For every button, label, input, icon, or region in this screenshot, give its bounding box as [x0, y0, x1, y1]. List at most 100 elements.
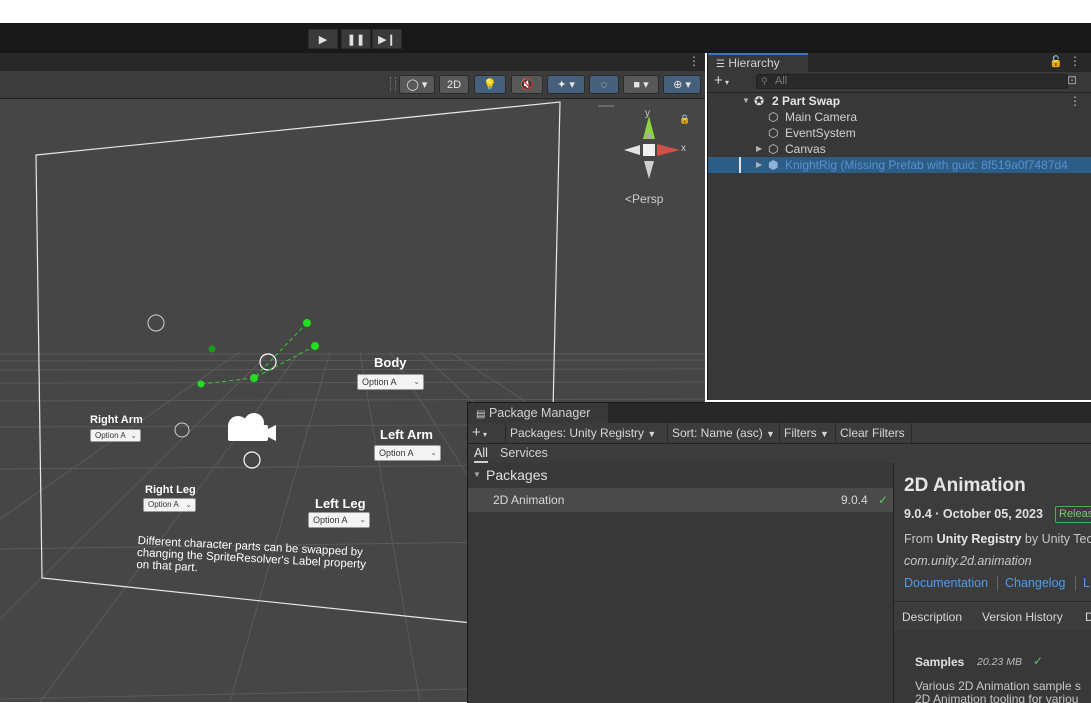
scene-visibility-button[interactable]: ◌ [589, 75, 619, 94]
scene-menu-icon[interactable]: ⋮ [1069, 93, 1081, 109]
tab-package-manager[interactable]: ▤ Package Manager [468, 403, 608, 423]
pivot-circle [174, 422, 190, 438]
camera-dropdown[interactable]: ■ ▾ [623, 75, 659, 94]
right-leg-dropdown[interactable]: Option A ⌄ [143, 498, 196, 512]
main-toolbar: ▶ ❚❚ ▶❙ [0, 23, 1091, 53]
expand-arrow-icon[interactable]: ▼ [742, 93, 750, 109]
samples-label: Samples [915, 655, 965, 669]
lighting-button[interactable]: 💡 [474, 75, 506, 94]
hierarchy-window: ☰ Hierarchy 🔓 ⋮ + ▾ ⚲ All ⊡ ▼ ✪ 2 Part S… [707, 53, 1091, 400]
toolbar-grip [390, 77, 396, 91]
play-button[interactable]: ▶ [308, 29, 338, 49]
pause-button[interactable]: ❚❚ [341, 29, 371, 49]
package-icon: ▤ [476, 409, 486, 420]
2d-mode-button[interactable]: 2D [439, 75, 469, 94]
registry-dropdown[interactable]: Packages: Unity Registry ▼ [506, 423, 668, 443]
scene-tab-bar: ⋮ [0, 53, 705, 71]
gizmo-globe-icon: ⊕ ▾ [673, 79, 691, 91]
eye-hidden-icon: ◌ [600, 78, 608, 91]
samples-description-line2: 2D Animation tooling for variou [915, 692, 1079, 703]
documentation-link[interactable]: Documentation [904, 576, 988, 590]
gizmo-y-label: y [645, 108, 650, 119]
draw-mode-dropdown[interactable]: ◯ ▾ [399, 75, 435, 94]
hierarchy-item[interactable]: ⬡ Main Camera [708, 109, 1091, 125]
pivot-circle [259, 353, 277, 371]
tab-hierarchy[interactable]: ☰ Hierarchy [708, 53, 808, 72]
audio-mute-icon: 🔇 [520, 79, 534, 91]
package-id: com.unity.2d.animation [904, 554, 1032, 568]
package-list: ▼ Packages 2D Animation 9.0.4 ✓ [468, 463, 894, 703]
hierarchy-list-icon: ☰ [716, 59, 725, 70]
text-caret [739, 157, 741, 173]
missing-prefab-icon: ⬢ [768, 158, 779, 172]
effects-dropdown[interactable]: ✦ ▾ [547, 75, 585, 94]
expand-arrow-icon: ▼ [473, 470, 481, 479]
camera-icon: ■ ▾ [633, 79, 649, 91]
samples-size: 20.23 MB [977, 656, 1022, 668]
tab-services[interactable]: Services [500, 446, 548, 461]
lock-icon[interactable]: 🔓 [1049, 55, 1063, 68]
persp-label[interactable]: <Persp [625, 192, 663, 206]
tab-all[interactable]: All [474, 446, 488, 463]
hierarchy-item[interactable]: ▶ ⬡ Canvas [708, 141, 1091, 157]
hierarchy-item-selected[interactable]: ▶ ⬢ KnightRig (Missing Prefab with guid:… [708, 157, 1091, 173]
tab-dependencies[interactable]: D [1085, 610, 1091, 624]
tab-description[interactable]: Description [902, 610, 962, 624]
scene-row[interactable]: ▼ ✪ 2 Part Swap ⋮ [708, 93, 1091, 109]
filters-dropdown[interactable]: Filters ▼ [780, 423, 836, 443]
package-source: From Unity Registry by Unity Tec [904, 532, 1091, 546]
packages-group-header[interactable]: ▼ Packages [468, 463, 893, 487]
light-bulb-icon: 💡 [483, 79, 497, 91]
shading-icon: ◯ ▾ [406, 79, 428, 91]
left-arm-label: Left Arm [380, 427, 433, 442]
chevron-down-icon: ⌄ [359, 515, 366, 524]
audio-button[interactable]: 🔇 [511, 75, 543, 94]
right-arm-dropdown[interactable]: Option A ⌄ [90, 429, 141, 442]
left-arm-dropdown[interactable]: Option A ⌄ [374, 445, 441, 461]
add-package-button[interactable]: + ▾ [468, 423, 506, 443]
release-badge: Releas [1055, 506, 1091, 523]
right-arm-label: Right Arm [90, 414, 143, 426]
step-button[interactable]: ▶❙ [372, 29, 402, 49]
hierarchy-item[interactable]: ⬡ EventSystem [708, 125, 1091, 141]
orientation-gizmo-icon [624, 116, 680, 179]
chevron-down-icon: ▾ [722, 78, 730, 87]
left-leg-dropdown[interactable]: Option A ⌄ [308, 512, 370, 528]
expand-arrow-icon[interactable]: ▶ [756, 157, 762, 173]
gizmo-x-label: x [681, 143, 686, 154]
clear-filters-button[interactable]: Clear Filters [836, 423, 912, 443]
search-icon: ⚲ [761, 76, 768, 86]
package-title: 2D Animation [904, 475, 1026, 496]
pause-icon: ❚❚ [346, 33, 366, 46]
chevron-down-icon: ▼ [820, 429, 829, 439]
effects-icon: ✦ ▾ [557, 79, 575, 91]
divider [894, 601, 1091, 602]
search-by-type-icon[interactable]: ⊡ [1067, 73, 1077, 87]
licenses-link[interactable]: L [1083, 576, 1090, 590]
chevron-down-icon: ⌄ [430, 448, 437, 457]
play-icon: ▶ [318, 33, 328, 46]
scene-menu-icon[interactable]: ⋮ [688, 54, 700, 68]
body-dropdown[interactable]: Option A ⌄ [357, 374, 424, 390]
package-row[interactable]: 2D Animation 9.0.4 ✓ [468, 488, 893, 512]
chevron-down-icon: ⌄ [185, 500, 192, 509]
changelog-link[interactable]: Changelog [1005, 576, 1065, 590]
sort-dropdown[interactable]: Sort: Name (asc) ▼ [668, 423, 780, 443]
unity-scene-icon: ✪ [754, 94, 765, 108]
package-detail-panel: 2D Animation 9.0.4 · October 05, 2023 Re… [894, 463, 1091, 703]
samples-check-icon: ✓ [1033, 654, 1044, 668]
package-manager-tab-bar: ▤ Package Manager [468, 403, 1091, 423]
installed-check-icon: ✓ [878, 493, 889, 507]
hierarchy-menu-icon[interactable]: ⋮ [1069, 54, 1081, 68]
hierarchy-toolbar: + ▾ ⚲ All ⊡ [708, 72, 1091, 93]
gameobject-cube-icon: ⬡ [768, 110, 779, 124]
expand-arrow-icon[interactable]: ▶ [756, 141, 762, 157]
add-object-button[interactable]: + ▾ [714, 72, 729, 89]
gizmos-dropdown[interactable]: ⊕ ▾ [663, 75, 701, 94]
link-divider [997, 576, 998, 591]
gameobject-cube-icon: ⬡ [768, 142, 779, 156]
package-version-date: 9.0.4 · October 05, 2023 [904, 507, 1043, 521]
samples-section: Samples 20.23 MB ✓ Various 2D Animation … [894, 630, 1091, 703]
hierarchy-search-input[interactable]: ⚲ All [756, 74, 1068, 89]
tab-version-history[interactable]: Version History [982, 610, 1063, 624]
